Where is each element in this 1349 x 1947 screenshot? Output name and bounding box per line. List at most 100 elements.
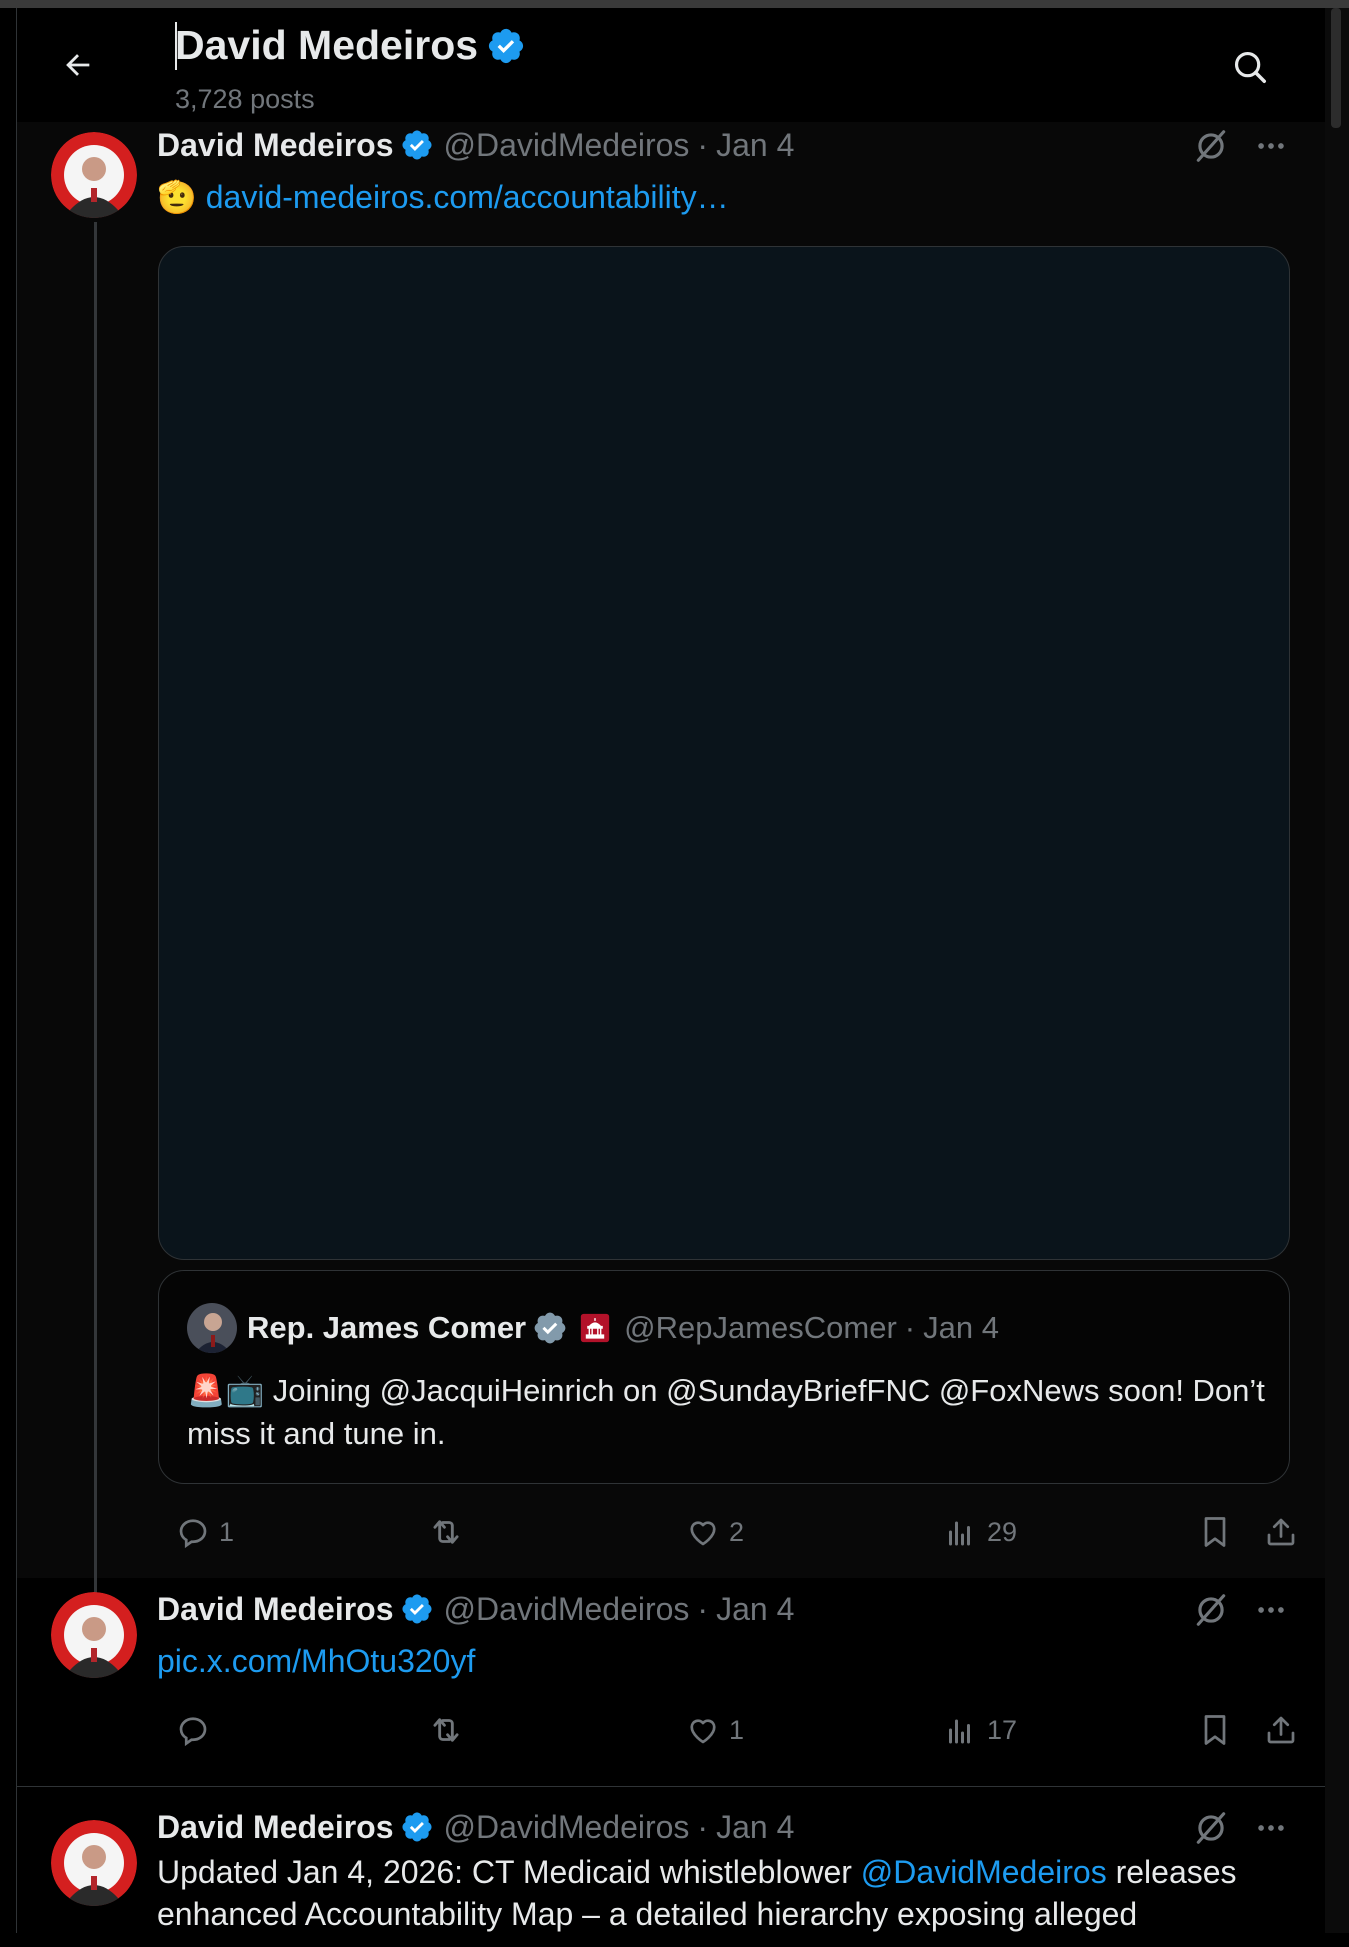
grok-button[interactable] [1189,1806,1233,1850]
timeline-column: David Medeiros 3,728 posts David Medeiro… [16,8,1326,1933]
author-handle[interactable]: @DavidMedeiros [444,127,690,164]
views-count: 17 [987,1714,1018,1745]
bookmark-icon [1204,1517,1226,1547]
like-icon [690,1719,716,1744]
post-time[interactable]: Jan 4 [716,1809,794,1846]
author-handle[interactable]: @DavidMedeiros [444,1591,690,1628]
more-button[interactable] [1249,124,1293,168]
avatar-image [51,1592,137,1678]
share-button[interactable] [1263,1506,1299,1558]
separator: · [697,1808,709,1845]
post-1[interactable]: David Medeiros @DavidMedeiros · Jan 4 🫡 … [17,122,1325,1622]
separator: · [697,1590,709,1627]
page-title-text: David Medeiros [175,22,479,68]
separator: · [697,126,709,163]
post-time[interactable]: Jan 4 [716,1591,794,1628]
bookmark-button[interactable] [1197,1704,1233,1756]
like-button[interactable]: 2 [685,1506,744,1558]
verified-badge-icon [401,1812,432,1842]
post-header: David Medeiros @DavidMedeiros · Jan 4 [157,118,794,172]
repost-button[interactable] [427,1506,473,1558]
more-button[interactable] [1249,1806,1293,1850]
verified-badge-icon [534,1312,566,1344]
like-count: 1 [729,1714,745,1745]
verified-badge-icon [401,130,432,160]
post-time[interactable]: Jan 4 [716,127,794,164]
post-link[interactable]: pic.x.com/MhOtu320yf [157,1643,475,1679]
verified-badge-icon [401,1594,432,1624]
views-button[interactable]: 29 [943,1506,1017,1558]
avatar[interactable] [51,1592,137,1678]
views-button[interactable]: 17 [943,1704,1017,1756]
verified-badge-icon [488,28,524,63]
author-name[interactable]: David Medeiros [157,1809,394,1846]
reply-icon [179,1717,207,1747]
more-icon [1258,143,1284,149]
mention-link[interactable]: @DavidMedeiros [861,1854,1107,1890]
reply-count: 1 [219,1516,235,1547]
quoted-post[interactable]: Rep. James Comer @RepJamesComer · Jan 4 … [158,1270,1290,1484]
views-icon [949,1719,970,1744]
views-icon [949,1521,970,1546]
salute-emoji: 🫡 [157,179,197,215]
share-icon [1267,1518,1295,1546]
bookmark-icon [1204,1715,1226,1745]
grok-icon [1196,1594,1226,1626]
share-button[interactable] [1263,1704,1299,1756]
scrollbar[interactable] [1325,8,1349,1933]
post-header: David Medeiros @DavidMedeiros · Jan 4 [157,1582,794,1636]
author-handle[interactable]: @DavidMedeiros [444,1809,690,1846]
window-frame [0,0,1349,8]
like-count: 2 [729,1516,745,1547]
author-name[interactable]: David Medeiros [157,1591,394,1628]
author-name[interactable]: David Medeiros [157,127,394,164]
more-button[interactable] [1249,1588,1293,1632]
repost-icon [433,1520,459,1544]
more-icon [1258,1825,1284,1831]
post-text: 🫡 david-medeiros.com/accountability… [157,176,729,218]
share-icon [1267,1716,1295,1744]
avatar-image [51,1820,137,1906]
post-3[interactable]: David Medeiros @DavidMedeiros · Jan 4 Up… [17,1787,1325,1947]
post-link[interactable]: david-medeiros.com/accountability… [206,179,729,215]
avatar[interactable] [51,132,137,218]
post-text: Updated Jan 4, 2026: CT Medicaid whistle… [157,1851,1307,1935]
reply-button[interactable]: 1 [175,1506,234,1558]
profile-header: David Medeiros 3,728 posts [17,8,1325,122]
quote-author-handle[interactable]: @RepJamesComer [624,1310,897,1346]
quote-text: 🚨📺 Joining @JacquiHeinrich on @SundayBri… [187,1373,1265,1451]
thread-line [94,222,97,1622]
posts-count: 3,728 posts [175,84,315,114]
avatar-image [51,132,137,218]
post-text: pic.x.com/MhOtu320yf [157,1640,475,1682]
grok-button[interactable] [1189,124,1233,168]
reply-icon [179,1519,207,1549]
post-actions: 1 2 29 [157,1506,1307,1558]
search-icon [1234,51,1266,83]
quote-author-name[interactable]: Rep. James Comer [247,1310,526,1346]
back-button[interactable] [55,42,101,88]
quote-avatar-image [187,1303,237,1353]
views-count: 29 [987,1516,1018,1547]
link-card-media[interactable] [158,246,1290,1260]
quote-time[interactable]: Jan 4 [923,1310,999,1346]
reply-button[interactable] [175,1704,219,1756]
bookmark-button[interactable] [1197,1506,1233,1558]
avatar[interactable] [51,1820,137,1906]
separator: · [904,1310,916,1345]
grok-icon [1196,1812,1226,1844]
grok-button[interactable] [1189,1588,1233,1632]
like-button[interactable]: 1 [685,1704,744,1756]
scrollbar-thumb[interactable] [1331,8,1341,128]
quote-header: Rep. James Comer @RepJamesComer · Jan 4 [247,1303,999,1353]
search-button[interactable] [1227,44,1273,90]
back-arrow-icon [66,54,90,76]
like-icon [690,1521,716,1546]
quote-avatar[interactable] [187,1303,237,1353]
repost-icon [433,1718,459,1742]
post-2[interactable]: David Medeiros @DavidMedeiros · Jan 4 pi… [17,1578,1325,1787]
post-header: David Medeiros @DavidMedeiros · Jan 4 [157,1800,794,1854]
grok-icon [1196,130,1226,162]
post-actions: 1 17 [157,1704,1307,1756]
repost-button[interactable] [427,1704,473,1756]
